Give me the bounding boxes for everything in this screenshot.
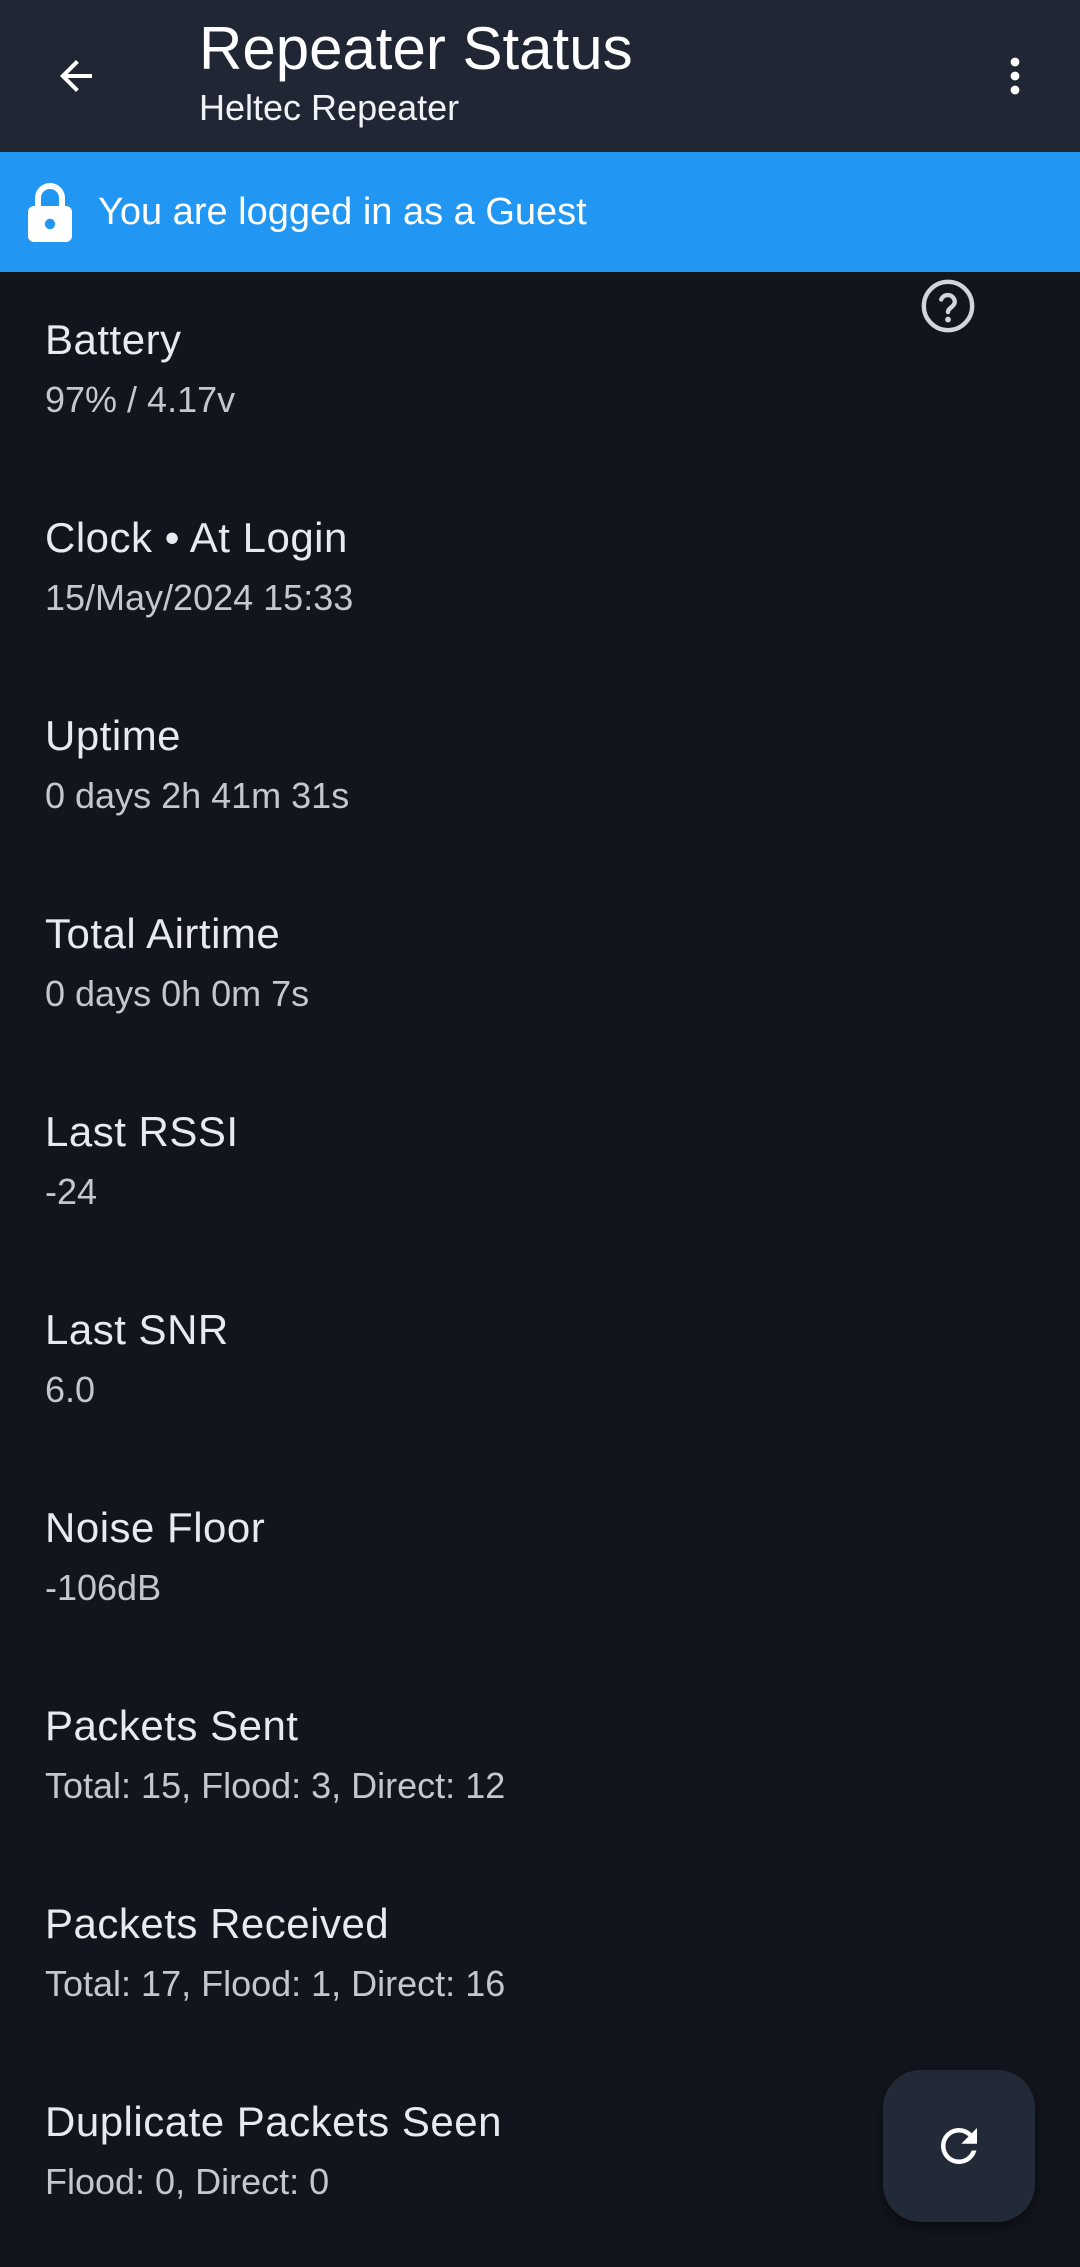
guest-login-banner: You are logged in as a Guest <box>0 152 1080 272</box>
status-value: -106dB <box>45 1567 162 1608</box>
help-circle-icon <box>921 279 975 333</box>
status-value: 97% / 4.17v <box>45 379 236 420</box>
status-item-uptime: Uptime 0 days 2h 41m 31s <box>0 668 1080 866</box>
status-label: Last SNR <box>45 1306 229 1353</box>
status-label: Duplicate Packets Seen <box>45 2098 502 2145</box>
guest-banner-text: You are logged in as a Guest <box>98 190 587 233</box>
status-value: 6.0 <box>45 1369 96 1410</box>
status-label: Uptime <box>45 712 182 759</box>
status-label: Total Airtime <box>45 910 281 957</box>
lock-icon <box>24 180 76 244</box>
clock-help-button[interactable] <box>908 266 988 346</box>
status-label: Battery <box>45 316 182 363</box>
status-value: Flood: 0, Direct: 0 <box>45 2161 330 2202</box>
title-block: Repeater Status Heltec Repeater <box>199 12 633 130</box>
status-value: 15/May/2024 15:33 <box>45 577 354 618</box>
page-title: Repeater Status <box>199 15 633 82</box>
status-label: Last RSSI <box>45 1108 239 1155</box>
status-item-last-snr: Last SNR 6.0 <box>0 1262 1080 1460</box>
status-value: 0 days 2h 41m 31s <box>45 775 350 816</box>
app-screen: Repeater Status Heltec Repeater You are … <box>0 0 1080 2267</box>
status-value: 0 days 0h 0m 7s <box>45 973 310 1014</box>
status-item-last-rssi: Last RSSI -24 <box>0 1064 1080 1262</box>
refresh-button[interactable] <box>883 2070 1035 2222</box>
status-item-clock: Clock • At Login 15/May/2024 15:33 <box>0 470 1080 668</box>
more-vertical-icon <box>1010 57 1020 95</box>
page-subtitle: Heltec Repeater <box>199 87 460 128</box>
overflow-menu-button[interactable] <box>975 36 1055 116</box>
status-list: Battery 97% / 4.17v Clock • At Login 15/… <box>0 272 1080 2252</box>
status-item-total-airtime: Total Airtime 0 days 0h 0m 7s <box>0 866 1080 1064</box>
status-value: -24 <box>45 1171 98 1212</box>
status-label: Clock • At Login <box>45 514 348 561</box>
status-label: Packets Received <box>45 1900 390 1947</box>
refresh-icon <box>941 2128 977 2164</box>
status-value: Total: 17, Flood: 1, Direct: 16 <box>45 1963 506 2004</box>
status-label: Noise Floor <box>45 1504 266 1551</box>
status-item-packets-received: Packets Received Total: 17, Flood: 1, Di… <box>0 1856 1080 2054</box>
status-item-noise-floor: Noise Floor -106dB <box>0 1460 1080 1658</box>
app-bar: Repeater Status Heltec Repeater <box>0 0 1080 152</box>
status-value: Total: 15, Flood: 3, Direct: 12 <box>45 1765 506 1806</box>
status-label: Packets Sent <box>45 1702 299 1749</box>
arrow-back-icon <box>60 60 92 92</box>
status-item-packets-sent: Packets Sent Total: 15, Flood: 3, Direct… <box>0 1658 1080 1856</box>
back-button[interactable] <box>36 36 116 116</box>
